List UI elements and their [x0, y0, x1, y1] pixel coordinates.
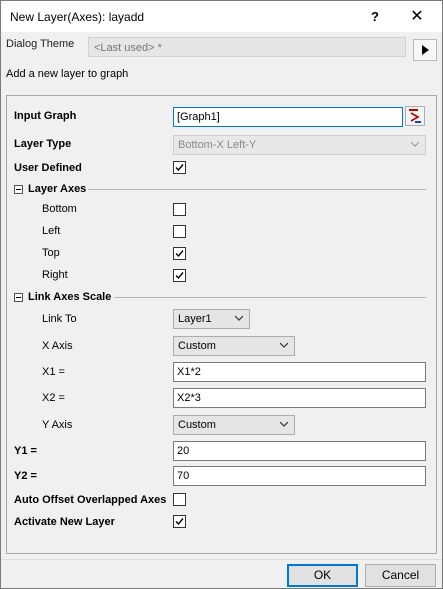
- chevron-down-icon: [280, 421, 288, 427]
- link-axes-scale-label: Link Axes Scale: [28, 291, 112, 303]
- user-defined-label: User Defined: [14, 162, 82, 174]
- x2-label: X2 =: [42, 392, 65, 404]
- layer-axes-divider: [88, 189, 426, 190]
- link-to-value: Layer1: [178, 313, 212, 325]
- y-axis-label: Y Axis: [42, 419, 73, 431]
- input-graph-field[interactable]: [Graph1]: [173, 107, 403, 127]
- close-button[interactable]: ✕: [403, 5, 431, 29]
- axis-bottom-checkbox[interactable]: [173, 203, 186, 216]
- y1-label: Y1 =: [14, 445, 37, 457]
- input-graph-label: Input Graph: [14, 110, 77, 122]
- dialog-theme-label: Dialog Theme: [6, 38, 75, 50]
- layer-axes-label: Layer Axes: [28, 183, 87, 195]
- x1-field[interactable]: X1*2: [173, 362, 426, 382]
- y2-label: Y2 =: [14, 470, 37, 482]
- triangle-right-icon: [422, 45, 429, 55]
- link-axes-scale-divider: [114, 297, 426, 298]
- x-axis-value: Custom: [178, 340, 216, 352]
- link-to-select[interactable]: Layer1: [173, 309, 250, 329]
- dialog-theme-input[interactable]: <Last used> *: [88, 37, 406, 57]
- x-axis-label: X Axis: [42, 340, 73, 352]
- button-bar-divider: [1, 559, 442, 560]
- auto-offset-label: Auto Offset Overlapped Axes: [14, 494, 167, 506]
- y2-field[interactable]: 70: [173, 466, 426, 486]
- axis-right-label: Right: [42, 269, 68, 281]
- layer-type-label: Layer Type: [14, 138, 72, 150]
- x1-label: X1 =: [42, 366, 65, 378]
- dialog-description: Add a new layer to graph: [6, 68, 129, 80]
- dialog-window: New Layer(Axes): layadd ? ✕ Dialog Theme…: [0, 0, 443, 589]
- y1-field[interactable]: 20: [173, 441, 426, 461]
- graph-picker-button[interactable]: [405, 106, 425, 126]
- auto-offset-checkbox[interactable]: [173, 493, 186, 506]
- settings-panel: Input Graph [Graph1] Layer Type Bottom-X…: [6, 95, 437, 554]
- chevron-down-icon: [235, 315, 243, 321]
- axis-left-checkbox[interactable]: [173, 225, 186, 238]
- checkmark-icon: [175, 518, 184, 526]
- axis-right-checkbox[interactable]: [173, 269, 186, 282]
- y-axis-value: Custom: [178, 419, 216, 431]
- graph-picker-icon: [409, 109, 421, 123]
- layer-axes-collapse-toggle[interactable]: [14, 185, 23, 194]
- cancel-button[interactable]: Cancel: [365, 564, 436, 587]
- y-axis-select[interactable]: Custom: [173, 415, 295, 435]
- checkmark-icon: [175, 272, 184, 280]
- activate-new-layer-checkbox[interactable]: [173, 515, 186, 528]
- chevron-down-icon: [411, 141, 419, 147]
- link-to-label: Link To: [42, 313, 77, 325]
- layer-type-select[interactable]: Bottom-X Left-Y: [173, 135, 426, 155]
- ok-button[interactable]: OK: [287, 564, 358, 587]
- checkmark-icon: [175, 250, 184, 258]
- axis-top-checkbox[interactable]: [173, 247, 186, 260]
- activate-new-layer-label: Activate New Layer: [14, 516, 115, 528]
- checkmark-icon: [175, 164, 184, 172]
- axis-bottom-label: Bottom: [42, 203, 77, 215]
- x2-field[interactable]: X2*3: [173, 388, 426, 408]
- axis-top-label: Top: [42, 247, 60, 259]
- chevron-down-icon: [280, 342, 288, 348]
- layer-type-value: Bottom-X Left-Y: [178, 139, 257, 151]
- x-axis-select[interactable]: Custom: [173, 336, 295, 356]
- user-defined-checkbox[interactable]: [173, 161, 186, 174]
- help-button[interactable]: ?: [361, 5, 389, 29]
- title-bar: New Layer(Axes): layadd ? ✕: [1, 1, 442, 32]
- dialog-theme-menu-button[interactable]: [413, 39, 437, 61]
- axis-left-label: Left: [42, 225, 61, 237]
- window-title: New Layer(Axes): layadd: [10, 10, 145, 24]
- link-axes-scale-collapse-toggle[interactable]: [14, 293, 23, 302]
